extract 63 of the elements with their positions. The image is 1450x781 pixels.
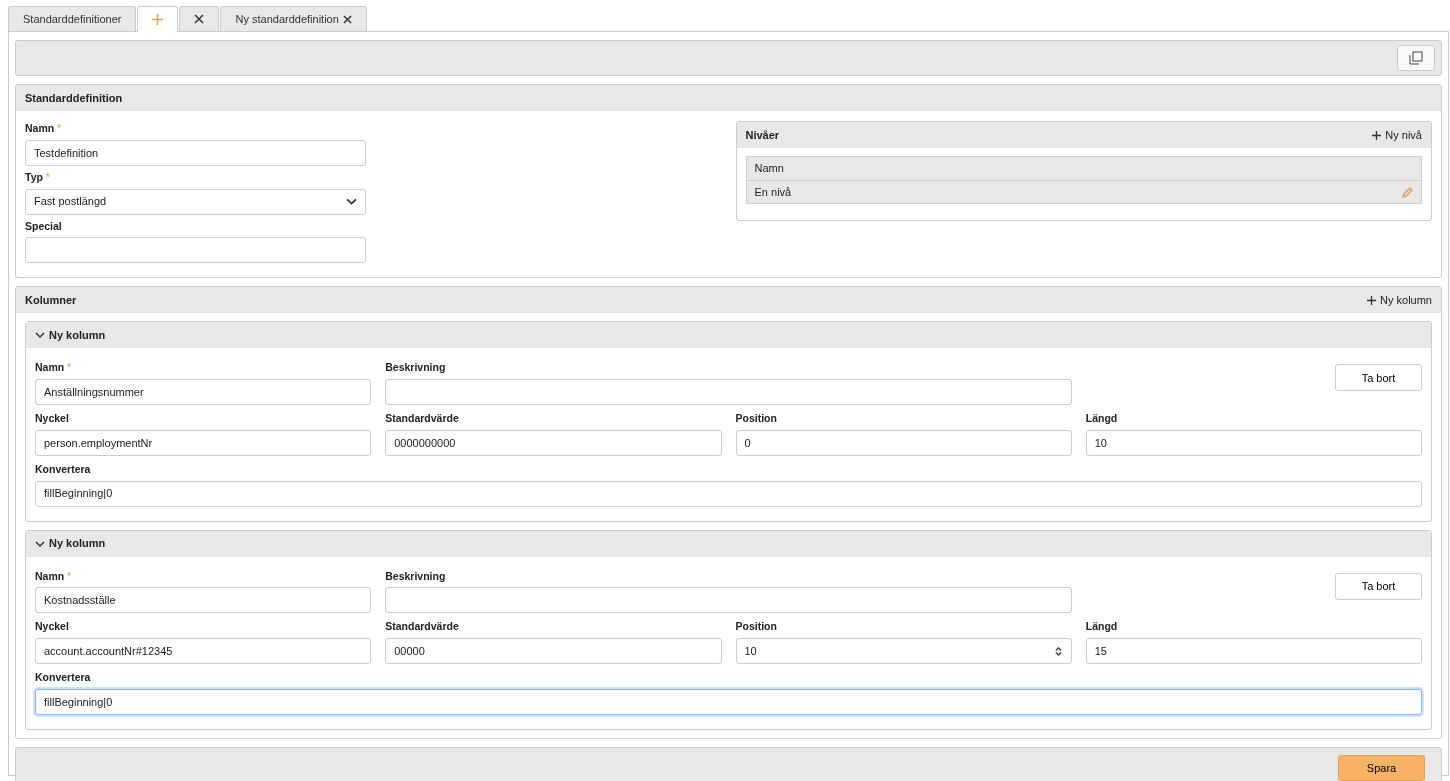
table-header: Namn [745, 156, 1422, 180]
tab[interactable]: Standarddefinitioner [8, 6, 137, 31]
field-label: Typ * [25, 169, 51, 185]
select-field[interactable]: Fast postlängd [25, 188, 367, 215]
input-field[interactable]: 0 [735, 429, 1072, 456]
remove-button[interactable]: Ta bort [1335, 572, 1422, 600]
remove-button[interactable]: Ta bort [1335, 364, 1422, 392]
plus-icon [1367, 295, 1377, 305]
panel-title: Nivåer [745, 127, 780, 143]
field-label: Längd [1085, 411, 1119, 426]
panel-title: Kolumner [25, 293, 77, 308]
input-field[interactable]: person.employmentNr [35, 429, 372, 456]
panel-title: Standarddefinition [25, 90, 123, 106]
field-label: Nyckel [35, 619, 70, 635]
input-field[interactable]: fillBeginning|0 [35, 688, 1422, 715]
column-toggle[interactable]: Ny kolumn [35, 535, 106, 552]
chevron-down-icon [35, 538, 45, 549]
field-label: Beskrivning [385, 568, 447, 584]
add-level-link[interactable]: Ny nivå [1372, 126, 1422, 144]
column-toggle[interactable]: Ny kolumn [35, 327, 106, 344]
input-field[interactable]: Kostnadsställe [35, 587, 372, 614]
field-label: Konvertera [35, 670, 92, 685]
close-tab[interactable] [179, 6, 220, 31]
input-field[interactable] [25, 237, 367, 264]
input-field[interactable]: 10 [735, 638, 1072, 664]
field-label: Namn * [35, 360, 73, 376]
input-field[interactable]: 10 [1085, 429, 1422, 456]
field-label: Konvertera [35, 461, 92, 477]
input-field[interactable] [385, 587, 1072, 614]
table-cell-text: En nivå [754, 184, 792, 200]
tab[interactable]: Ny standarddefinition [220, 6, 367, 31]
input-field[interactable]: Anställningsnummer [35, 379, 372, 405]
edit-button[interactable] [1402, 186, 1413, 198]
field-label: Namn * [35, 568, 73, 584]
chevron-down-icon [346, 196, 358, 207]
field-label: Position [735, 619, 778, 635]
chevron-down-icon [35, 330, 45, 341]
input-field[interactable]: fillBeginning|0 [35, 480, 1422, 507]
field-label: Nyckel [35, 411, 70, 426]
copy-button[interactable] [1397, 45, 1435, 71]
input-field[interactable] [385, 379, 1072, 405]
field-label: Standardvärde [385, 619, 460, 635]
pencil-icon [1402, 186, 1413, 198]
spinner-arrows-icon [1053, 646, 1063, 656]
field-label: Beskrivning [385, 360, 447, 376]
input-field[interactable]: account.accountNr#12345 [35, 638, 372, 664]
input-field[interactable]: 15 [1085, 638, 1422, 664]
input-field[interactable]: 0000000000 [385, 429, 722, 456]
copy-icon [1409, 51, 1423, 65]
input-field[interactable]: 00000 [385, 638, 722, 664]
plus-icon [152, 14, 164, 25]
field-label: Special [25, 218, 63, 234]
close-icon [194, 14, 205, 24]
field-label: Längd [1085, 619, 1119, 635]
input-field[interactable]: Testdefinition [25, 139, 367, 166]
add-column-link[interactable]: Ny kolumn [1367, 292, 1432, 309]
plus-icon [1372, 130, 1382, 140]
save-button[interactable]: Spara [1338, 754, 1425, 781]
field-label: Standardvärde [385, 411, 460, 426]
table-row[interactable]: En nivå [745, 180, 1422, 204]
add-tab[interactable] [137, 6, 179, 32]
field-label: Namn * [25, 121, 63, 136]
field-label: Position [735, 411, 778, 426]
